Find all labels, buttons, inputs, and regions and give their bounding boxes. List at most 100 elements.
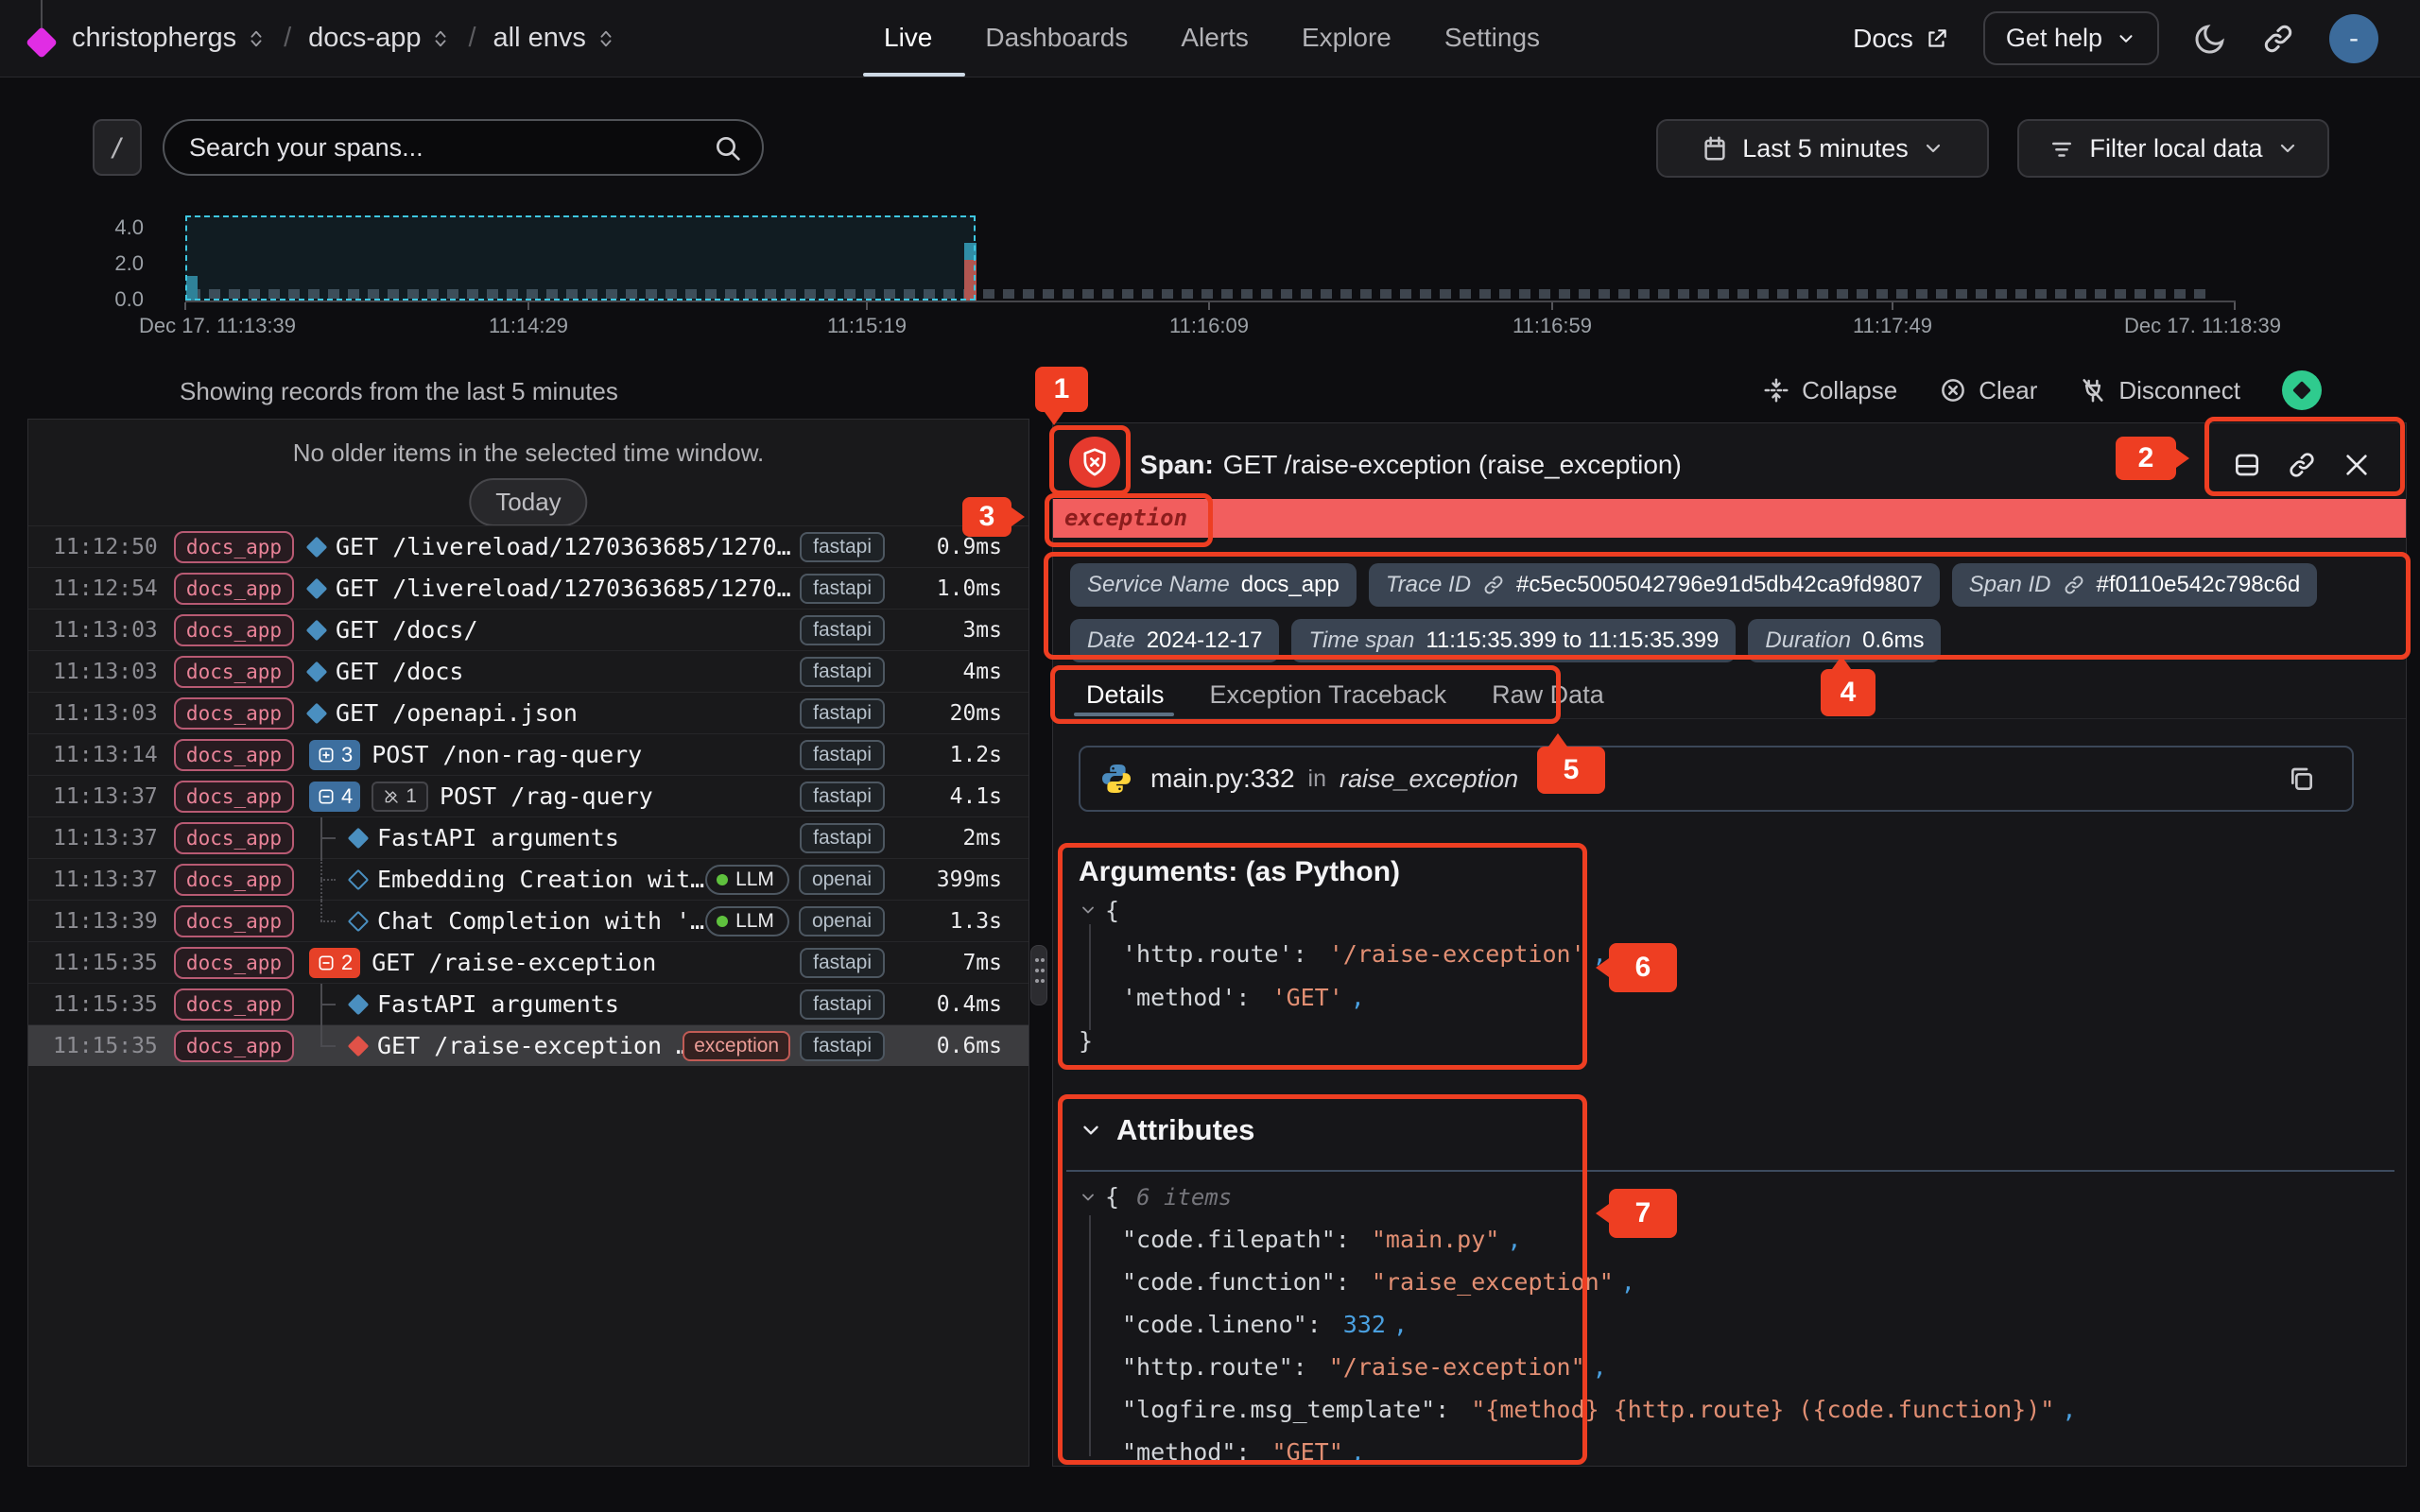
span-duration: 1.3s	[896, 909, 1002, 934]
collapse-chevron-icon[interactable]	[1079, 901, 1098, 919]
table-row[interactable]: 11:12:54 docs_app GET /livereload/127036…	[28, 567, 1028, 609]
nav-right-cluster: Docs Get help -	[1853, 0, 2378, 77]
copy-icon[interactable]	[2286, 764, 2316, 794]
filter-local-data-button[interactable]: Filter local data	[2017, 119, 2329, 178]
tab-settings[interactable]: Settings	[1444, 23, 1540, 53]
tab-raw-data[interactable]: Raw Data	[1492, 680, 1604, 710]
collapse-children-badge[interactable]: 4	[309, 782, 360, 812]
chip-label: Date	[1087, 627, 1135, 654]
chip-value: docs_app	[1241, 572, 1340, 598]
trace-id-chip: Trace ID#c5ec5005042796e91d5db42ca9fd980…	[1369, 563, 1940, 607]
collapse-chevron-icon[interactable]	[1079, 1118, 1103, 1143]
chip-value: 0.6ms	[1862, 627, 1924, 654]
collapse-children-badge-error[interactable]: 2	[309, 948, 360, 978]
code-comma: ,	[1593, 940, 1607, 968]
tab-explore[interactable]: Explore	[1302, 23, 1392, 53]
get-help-button[interactable]: Get help	[1983, 11, 2159, 65]
tab-alerts[interactable]: Alerts	[1181, 23, 1249, 53]
breadcrumb-project[interactable]: docs-app	[308, 23, 451, 54]
expand-children-badge[interactable]: 3	[309, 740, 360, 770]
green-dot-icon	[717, 916, 728, 927]
chip-value: #f0110e542c798c6d	[2097, 572, 2301, 598]
time-range-button[interactable]: Last 5 minutes	[1656, 119, 1989, 178]
llm-badge: LLM	[705, 865, 789, 895]
span-duration: 4.1s	[896, 784, 1002, 809]
logo-string	[41, 0, 43, 28]
span-duration: 0.4ms	[896, 992, 1002, 1017]
hidden-spans-badge[interactable]: 1	[372, 782, 428, 812]
live-status-indicator	[2282, 370, 2322, 410]
docs-link[interactable]: Docs	[1853, 24, 1949, 54]
clear-button[interactable]: Clear	[1939, 376, 2037, 405]
link-icon[interactable]	[1482, 574, 1505, 596]
tab-live[interactable]: Live	[884, 23, 932, 53]
tab-exception-traceback[interactable]: Exception Traceback	[1210, 680, 1447, 710]
table-row[interactable]: 11:13:37 docs_app Embedding Creation wit…	[28, 858, 1028, 900]
minus-square-icon	[317, 787, 336, 806]
span-duration: 3ms	[896, 618, 1002, 643]
logfire-logo-icon[interactable]	[26, 26, 58, 59]
selector-updown-icon	[246, 28, 267, 49]
collapse-chevron-icon[interactable]	[1079, 1188, 1098, 1207]
span-name: FastAPI arguments	[377, 824, 619, 851]
scope-badge: fastapi	[800, 532, 885, 562]
code-value: "raise_exception"	[1372, 1268, 1614, 1296]
row-time: 11:13:03	[53, 618, 174, 643]
plug-off-icon	[2079, 376, 2107, 404]
today-button[interactable]: Today	[469, 478, 587, 526]
env-name: all envs	[493, 23, 586, 54]
table-row[interactable]: 11:13:03 docs_app GET /openapi.json fast…	[28, 692, 1028, 733]
date-chip: Date2024-12-17	[1070, 619, 1279, 662]
org-name: christophergs	[72, 23, 236, 54]
code-value: "GET"	[1272, 1438, 1343, 1466]
table-row[interactable]: 11:13:03 docs_app GET /docs/ fastapi 3ms	[28, 609, 1028, 650]
python-icon	[1099, 762, 1133, 796]
tab-details[interactable]: Details	[1086, 680, 1165, 710]
table-row[interactable]: 11:13:14 docs_app 3POST /non-rag-query f…	[28, 733, 1028, 775]
row-time: 11:13:37	[53, 784, 174, 809]
table-row[interactable]: 11:13:39 docs_app Chat Completion with '…	[28, 900, 1028, 941]
docs-label: Docs	[1853, 24, 1913, 54]
breadcrumb-org[interactable]: christophergs	[72, 23, 267, 54]
x-tick-label: 11:16:09	[1169, 314, 1249, 338]
table-row[interactable]: 11:13:03 docs_app GET /docs fastapi 4ms	[28, 650, 1028, 692]
table-row[interactable]: 11:15:35 docs_app 2GET /raise-exception …	[28, 941, 1028, 983]
time-selection-region[interactable]	[185, 215, 976, 301]
time-range-label: Last 5 minutes	[1742, 134, 1909, 163]
active-detail-tab-underline	[1074, 713, 1174, 716]
scope-badge: fastapi	[800, 657, 885, 687]
code-key: "code.lineno":	[1122, 1311, 1336, 1338]
panel-resize-grip[interactable]	[1030, 945, 1047, 1005]
scope-badge: openai	[799, 865, 885, 895]
search-input[interactable]	[164, 121, 762, 174]
table-row-selected[interactable]: 11:15:35 docs_app GET /raise-exception ……	[28, 1024, 1028, 1066]
span-name: GET /docs	[336, 658, 463, 685]
copy-link-icon[interactable]	[2287, 450, 2317, 480]
hidden-count: 1	[406, 785, 417, 808]
breadcrumb-env[interactable]: all envs	[493, 23, 616, 54]
tab-dashboards[interactable]: Dashboards	[985, 23, 1128, 53]
attributes-code: {6 items "code.filepath": "main.py", "co…	[1079, 1176, 2076, 1467]
share-link-icon[interactable]	[2261, 22, 2295, 56]
table-row[interactable]: 11:13:37 docs_app FastAPI arguments fast…	[28, 816, 1028, 858]
table-row[interactable]: 11:13:37 docs_app 41POST /rag-query fast…	[28, 775, 1028, 816]
close-icon[interactable]	[2342, 450, 2372, 480]
exception-badge: exception	[683, 1031, 790, 1061]
avatar[interactable]: -	[2329, 14, 2378, 63]
dock-panel-icon[interactable]	[2232, 450, 2262, 480]
collapse-button[interactable]: Collapse	[1762, 376, 1897, 405]
disconnect-button[interactable]: Disconnect	[2079, 376, 2240, 405]
stream-controls: Collapse Clear Disconnect	[1762, 370, 2322, 410]
exception-shield-icon	[1069, 437, 1120, 488]
dark-mode-moon-icon[interactable]	[2193, 22, 2227, 56]
code-comma: ,	[1593, 1353, 1607, 1381]
selector-updown-icon	[596, 28, 616, 49]
table-row[interactable]: 11:15:35 docs_app FastAPI arguments fast…	[28, 983, 1028, 1024]
scope-badge: fastapi	[800, 948, 885, 978]
link-icon[interactable]	[2063, 574, 2085, 596]
x-tickmark	[1892, 302, 1893, 310]
span-name: Chat Completion with '…	[377, 907, 704, 935]
code-indent-guide	[1089, 924, 1091, 1030]
service-name-chip: Service Namedocs_app	[1070, 563, 1357, 607]
table-row[interactable]: 11:12:50 docs_app GET /livereload/127036…	[28, 525, 1028, 567]
